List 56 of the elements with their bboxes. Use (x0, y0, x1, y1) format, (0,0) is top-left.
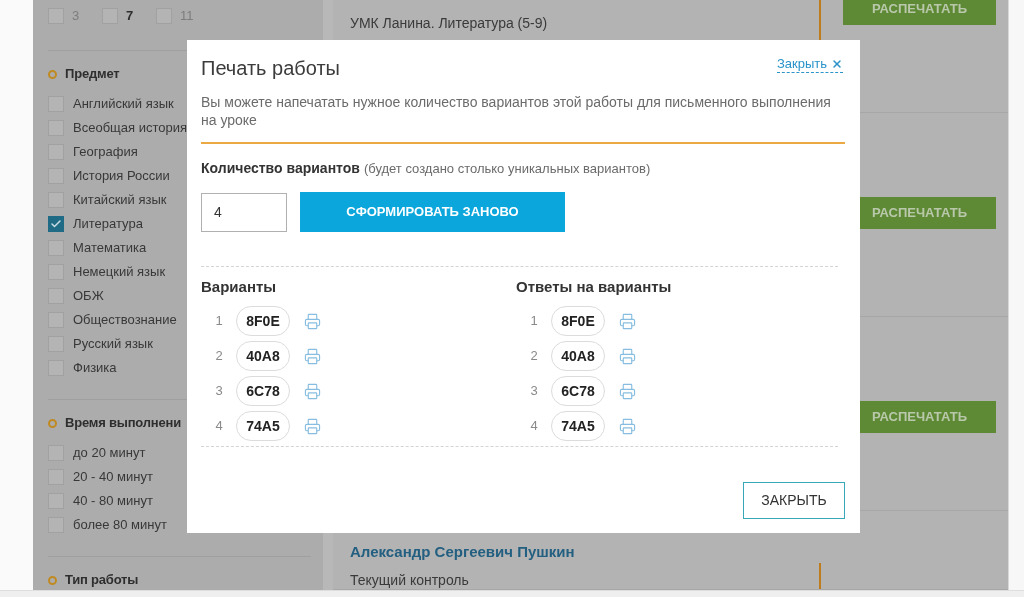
printer-icon[interactable] (304, 382, 321, 400)
row-number: 2 (529, 347, 539, 366)
section-heading: Время выполнени (65, 414, 181, 433)
close-button[interactable]: ЗАКРЫТЬ (743, 482, 845, 519)
printer-icon[interactable] (304, 347, 321, 365)
checkbox-label: ОБЖ (73, 287, 104, 306)
dialog-description: Вы можете напечатать нужное количество вариантов этой работы для письменного выполнения на уроке (201, 93, 832, 129)
ring-icon (48, 575, 57, 585)
checkbox-label: Обществознание (73, 311, 177, 330)
checkbox-label: более 80 минут (73, 516, 167, 535)
row-number: 1 (529, 312, 539, 331)
checkbox-label: 40 - 80 минут (73, 492, 153, 511)
close-link[interactable]: Закрыть (776, 55, 843, 73)
checkbox-label: Английский язык (73, 95, 174, 114)
checkbox-label: География (73, 143, 138, 162)
row-number: 2 (214, 347, 224, 366)
row-number: 3 (214, 382, 224, 401)
author-link[interactable]: Александр Сергеевич Пушкин (350, 542, 819, 562)
printer-icon[interactable] (619, 347, 636, 365)
row-number: 4 (214, 417, 224, 436)
check-icon (50, 218, 62, 230)
printer-icon[interactable] (304, 417, 321, 435)
checkbox-label: История России (73, 167, 170, 186)
section-heading: Предмет (65, 65, 120, 84)
checkbox[interactable] (48, 216, 64, 232)
printer-icon[interactable] (619, 382, 636, 400)
printer-icon[interactable] (619, 417, 636, 435)
ring-icon (48, 418, 57, 428)
row-number: 4 (529, 417, 539, 436)
row-number: 1 (214, 312, 224, 331)
checkbox-label: Литература (73, 215, 143, 234)
ring-icon (48, 69, 57, 79)
section-heading: Тип работы (65, 571, 139, 590)
print-button[interactable]: РАСПЕЧАТАТЬ (843, 0, 996, 25)
checkbox-label: Русский язык (73, 335, 153, 354)
grade-label: 7 (126, 7, 134, 26)
count-input[interactable]: 4 (201, 192, 287, 232)
field-hint: (будет создано столько уникальных вариантов) (363, 160, 651, 178)
field-label: Количество вариантов (201, 159, 360, 177)
regenerate-button[interactable]: СФОРМИРОВАТЬ ЗАНОВО (300, 192, 565, 232)
checkbox-label: Немецкий язык (73, 263, 166, 282)
checkbox-label: Китайский язык (73, 191, 167, 210)
printer-icon[interactable] (304, 312, 321, 330)
checkbox-label: Математика (73, 239, 147, 258)
column-title: Ответы на варианты (516, 277, 673, 297)
printer-icon[interactable] (619, 312, 636, 330)
close-icon (831, 57, 843, 70)
column-title: Варианты (201, 277, 278, 297)
checkbox-label: до 20 минут (73, 444, 146, 463)
dialog-title: Печать работы (201, 56, 340, 81)
result-text: УМК Ланина. Литература (5-9) (350, 14, 549, 32)
row-number: 3 (529, 382, 539, 401)
result-text: Текущий контроль (350, 571, 470, 589)
checkbox-label: Физика (73, 359, 117, 378)
checkbox-label: 20 - 40 минут (73, 468, 153, 487)
checkbox-label: Всеобщая история (73, 119, 187, 138)
